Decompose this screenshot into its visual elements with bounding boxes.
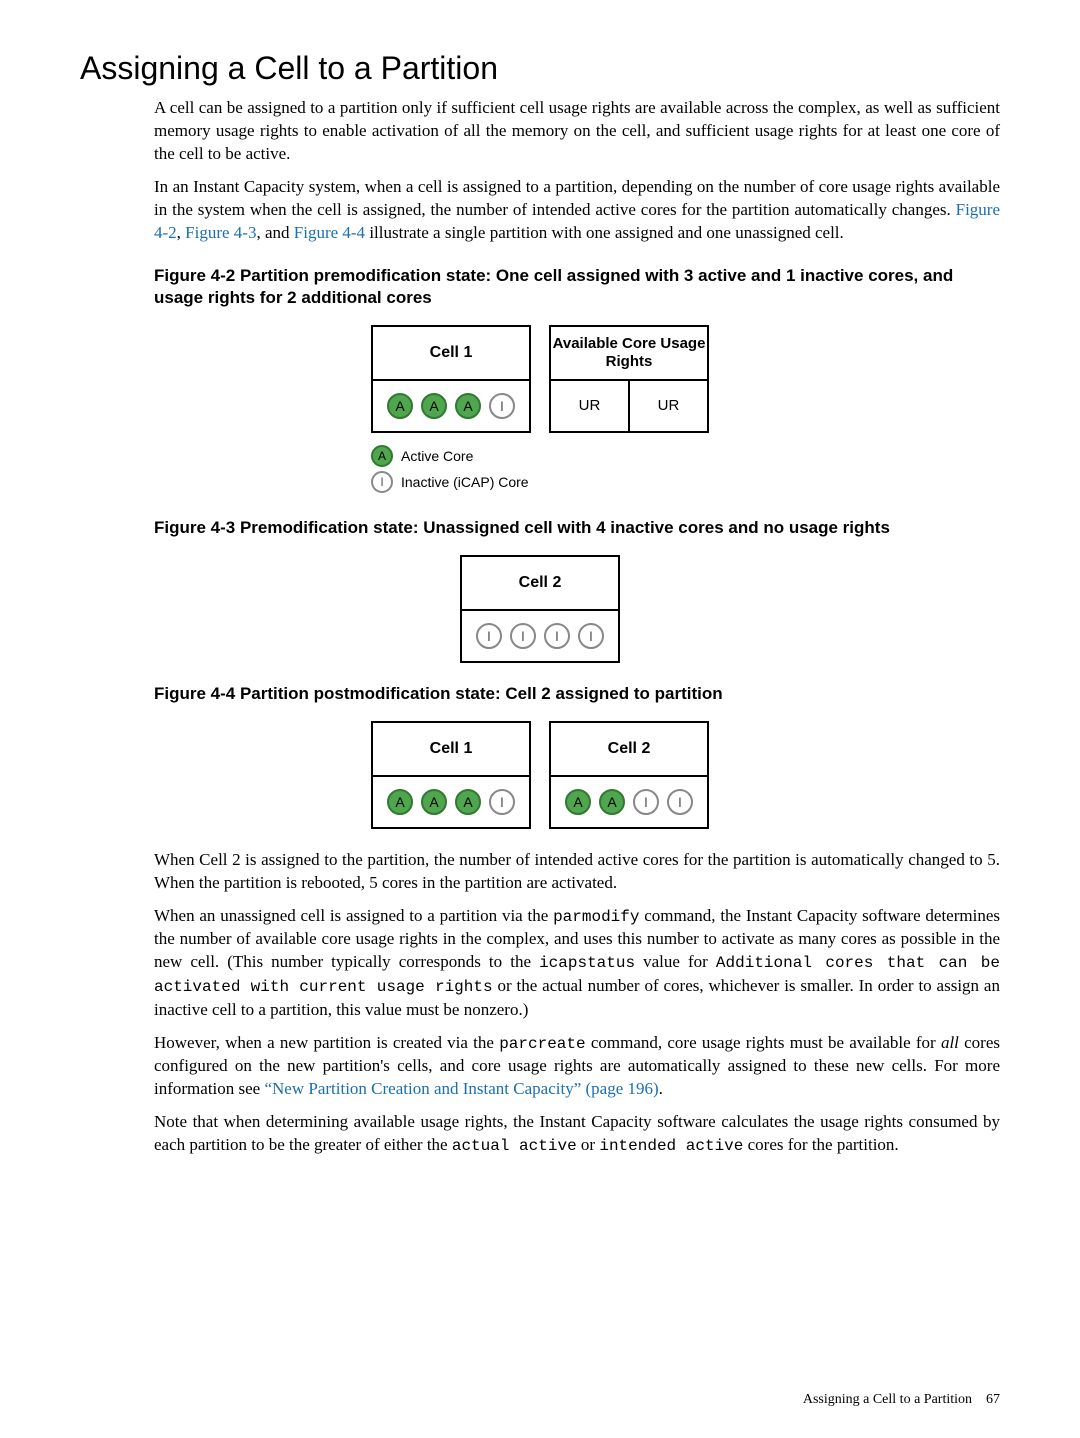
active-core-icon: A [599,789,625,815]
inactive-core-icon: I [476,623,502,649]
p2-comma2: , and [256,223,293,242]
figure-legend: A Active Core I Inactive (iCAP) Core [371,445,709,493]
legend-active-label: Active Core [401,448,473,464]
cell-1-box: Cell 1 A A A I [371,721,531,829]
cell-1-header: Cell 1 [373,327,529,381]
footer-section: Assigning a Cell to a Partition [803,1392,972,1407]
cell-2-box: Cell 2 I I I I [460,555,620,663]
inactive-core-icon: I [633,789,659,815]
figure-4-4-caption: Figure 4-4 Partition postmodification st… [154,683,1000,705]
usage-rights-box: Available Core Usage Rights UR UR [549,325,709,433]
body-paragraph-4: When an unassigned cell is assigned to a… [154,905,1000,1022]
cell-2-header: Cell 2 [462,557,618,611]
p5b: command, core usage rights must be avail… [586,1033,941,1052]
active-core-icon: A [421,393,447,419]
inactive-core-icon: I [667,789,693,815]
active-core-icon: A [387,393,413,419]
active-core-icon: A [455,789,481,815]
p4c: value for [635,952,716,971]
intro-paragraph-1: A cell can be assigned to a partition on… [154,97,1000,166]
page-title: Assigning a Cell to a Partition [80,50,1000,87]
p2-comma1: , [177,223,186,242]
cmd-parmodify: parmodify [553,908,639,926]
p4a: When an unassigned cell is assigned to a… [154,906,553,925]
usage-rights-header: Available Core Usage Rights [551,327,707,381]
cell-1-box: Cell 1 A A A I [371,325,531,433]
link-figure-4-4[interactable]: Figure 4-4 [294,223,365,242]
body-paragraph-6: Note that when determining available usa… [154,1111,1000,1158]
cmd-icapstatus: icapstatus [539,954,635,972]
inactive-core-icon: I [371,471,393,493]
cell-1-header: Cell 1 [373,723,529,777]
p6c: cores for the partition. [743,1135,898,1154]
figure-4-4: Cell 1 A A A I Cell 2 A A I I [80,721,1000,829]
link-figure-4-3[interactable]: Figure 4-3 [185,223,256,242]
inactive-core-icon: I [489,393,515,419]
inactive-core-icon: I [489,789,515,815]
inactive-core-icon: I [578,623,604,649]
body-paragraph-5: However, when a new partition is created… [154,1032,1000,1101]
cmd-actual-active: actual active [452,1137,577,1155]
p6b: or [577,1135,600,1154]
cmd-parcreate: parcreate [499,1035,585,1053]
link-new-partition-creation[interactable]: “New Partition Creation and Instant Capa… [264,1079,658,1098]
figure-4-3-caption: Figure 4-3 Premodification state: Unassi… [154,517,1000,539]
active-core-icon: A [387,789,413,815]
page-footer: Assigning a Cell to a Partition 67 [803,1392,1000,1408]
active-core-icon: A [371,445,393,467]
p5d: . [659,1079,663,1098]
active-core-icon: A [565,789,591,815]
body-paragraph-3: When Cell 2 is assigned to the partition… [154,849,1000,895]
figure-4-2: Cell 1 A A A I Available Core Usage Righ… [80,325,1000,497]
p2-text-b: illustrate a single partition with one a… [365,223,844,242]
p5-all: all [941,1033,959,1052]
p5a: However, when a new partition is created… [154,1033,499,1052]
page-number: 67 [986,1392,1000,1407]
usage-right-cell: UR [551,381,628,431]
active-core-icon: A [455,393,481,419]
figure-4-2-caption: Figure 4-2 Partition premodification sta… [154,265,1000,309]
cell-2-box: Cell 2 A A I I [549,721,709,829]
usage-right-cell: UR [628,381,707,431]
inactive-core-icon: I [510,623,536,649]
intro-paragraph-2: In an Instant Capacity system, when a ce… [154,176,1000,245]
figure-4-3: Cell 2 I I I I [80,555,1000,663]
p2-text-a: In an Instant Capacity system, when a ce… [154,177,1000,219]
cell-2-header: Cell 2 [551,723,707,777]
inactive-core-icon: I [544,623,570,649]
active-core-icon: A [421,789,447,815]
legend-inactive-label: Inactive (iCAP) Core [401,474,529,490]
cmd-intended-active: intended active [599,1137,743,1155]
